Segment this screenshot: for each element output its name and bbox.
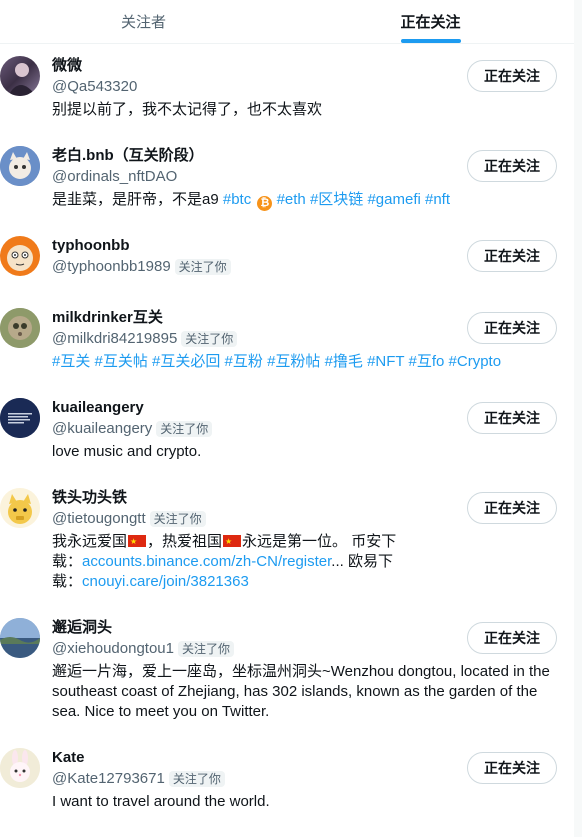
following-button[interactable]: 正在关注 — [467, 622, 557, 654]
list-item[interactable]: Kate @Kate12793671 关注了你 I want to travel … — [0, 736, 574, 826]
follows-you-badge: 关注了你 — [156, 420, 213, 437]
avatar[interactable] — [0, 488, 40, 528]
hashtag-link[interactable]: #撸毛 — [325, 353, 363, 370]
tab-followers[interactable]: 关注者 — [0, 0, 287, 43]
tab-bar: 关注者 正在关注 — [0, 0, 574, 44]
hashtag-link[interactable]: #互粉 — [225, 353, 263, 370]
hashtag-link[interactable]: #互关 — [52, 353, 90, 370]
follows-you-badge: 关注了你 — [181, 330, 238, 347]
active-tab-indicator — [400, 39, 461, 43]
bio-text: 我永远爱国 — [52, 533, 128, 550]
list-item[interactable]: 铁头功头铁 @tietougongtt关注了你 我永远爱国，热爱祖国永远是第一位… — [0, 476, 574, 606]
user-handle[interactable]: @typhoonbb1989 — [52, 257, 171, 277]
list-item[interactable]: typhoonbb @typhoonbb1989 关注了你 正在关注 — [0, 224, 574, 294]
user-handle[interactable]: @Kate12793671 — [52, 769, 165, 789]
following-button[interactable]: 正在关注 — [467, 240, 557, 272]
hashtag-link[interactable]: #互fo — [409, 353, 445, 370]
user-handle[interactable]: @xiehoudongtou1 — [52, 639, 174, 659]
bitcoin-icon: ₿ — [257, 196, 273, 211]
following-button[interactable]: 正在关注 — [467, 150, 557, 182]
follows-you-badge: 关注了你 — [178, 640, 235, 657]
follows-you-badge: 关注了你 — [149, 510, 206, 527]
hashtag-link[interactable]: #nft — [425, 191, 450, 208]
avatar[interactable] — [0, 146, 40, 186]
avatar[interactable] — [0, 748, 40, 788]
hashtag-link[interactable]: #区块链 — [310, 191, 363, 208]
user-handle[interactable]: @kuaileangery — [52, 419, 152, 439]
scrollbar[interactable] — [574, 0, 582, 837]
avatar[interactable] — [0, 308, 40, 348]
bio-link[interactable]: cnouyi.care/join/3821363 — [82, 573, 249, 590]
follows-you-badge: 关注了你 — [168, 770, 225, 787]
bio-text: 是韭菜，是肝帝，不是a9 — [52, 191, 223, 208]
following-button[interactable]: 正在关注 — [467, 312, 557, 344]
avatar[interactable] — [0, 236, 40, 276]
list-item[interactable]: 邂逅洞头 @xiehoudongtou1 关注了你 邂逅一片海，爱上一座岛，坐标温… — [0, 606, 574, 736]
china-flag-icon — [223, 532, 242, 552]
list-item[interactable]: kuaileangery @kuaileangery 关注了你 love musi… — [0, 386, 574, 476]
china-flag-icon — [128, 532, 147, 552]
list-item[interactable]: milkdrinker互关 @milkdri84219895 关注了你 #互关 #… — [0, 296, 574, 386]
bio-text: ，热爱祖国 — [147, 533, 223, 550]
user-handle[interactable]: @ordinals_nftDAO — [52, 167, 177, 187]
hashtag-link[interactable]: #gamefi — [367, 191, 420, 208]
bio-link[interactable]: accounts.binance.com/zh-CN/register — [82, 553, 331, 570]
user-bio: I want to travel around the world. — [52, 793, 270, 810]
avatar[interactable] — [0, 56, 40, 96]
user-bio: 别提以前了，我不太记得了，也不太喜欢 — [52, 101, 323, 118]
hashtag-link[interactable]: #互关必回 — [152, 353, 220, 370]
tab-following[interactable]: 正在关注 — [287, 0, 574, 43]
user-bio: 邂逅一片海，爱上一座岛，坐标温州洞头~Wenzhou dongtou, loca… — [52, 663, 550, 720]
tab-followers-label: 关注者 — [120, 14, 166, 31]
user-handle[interactable]: @tietougongtt — [52, 509, 146, 529]
user-bio: 我永远爱国，热爱祖国永远是第一位。 币安下载：accounts.binance.… — [52, 532, 412, 592]
hashtag-link[interactable]: #btc — [223, 191, 251, 208]
hashtag-link[interactable]: #互粉帖 — [267, 353, 320, 370]
list-item[interactable]: 微微 @Qa543320 别提以前了，我不太记得了，也不太喜欢 正在关注 — [0, 44, 574, 134]
avatar[interactable] — [0, 398, 40, 438]
following-button[interactable]: 正在关注 — [467, 752, 557, 784]
hashtag-link[interactable]: #Crypto — [449, 353, 502, 370]
tab-following-label: 正在关注 — [400, 14, 461, 31]
user-bio: 是韭菜，是肝帝，不是a9 #btc ₿ #eth #区块链 #gamefi #n… — [52, 190, 560, 211]
following-button[interactable]: 正在关注 — [467, 402, 557, 434]
list-item[interactable]: 老白.bnb（互关阶段） @ordinals_nftDAO 是韭菜，是肝帝，不是… — [0, 134, 574, 224]
avatar[interactable] — [0, 618, 40, 658]
user-bio: love music and crypto. — [52, 443, 202, 460]
following-button[interactable]: 正在关注 — [467, 60, 557, 92]
user-bio: #互关 #互关帖 #互关必回 #互粉 #互粉帖 #撸毛 #NFT #互fo #C… — [52, 352, 560, 372]
follows-you-badge: 关注了你 — [174, 258, 231, 275]
hashtag-link[interactable]: #互关帖 — [95, 353, 148, 370]
hashtag-link[interactable]: #eth — [277, 191, 306, 208]
user-handle[interactable]: @Qa543320 — [52, 77, 137, 97]
following-button[interactable]: 正在关注 — [467, 492, 557, 524]
user-handle[interactable]: @milkdri84219895 — [52, 329, 177, 349]
hashtag-link[interactable]: #NFT — [367, 353, 404, 370]
